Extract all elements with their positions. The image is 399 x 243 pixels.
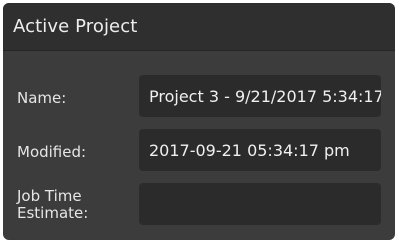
modified-label: Modified:: [17, 143, 87, 161]
job-time-estimate-field[interactable]: [139, 183, 381, 225]
job-time-estimate-label-line1: Job Time: [17, 187, 82, 205]
panel-header: Active Project: [3, 3, 395, 51]
modified-field[interactable]: 2017-09-21 05:34:17 pm: [139, 129, 381, 171]
name-field[interactable]: Project 3 - 9/21/2017 5:34:17 PM: [139, 75, 381, 117]
job-time-estimate-label: Job Time Estimate:: [17, 188, 88, 222]
job-time-estimate-label-line2: Estimate:: [17, 204, 89, 222]
name-label: Name:: [17, 89, 67, 107]
modified-field-value: 2017-09-21 05:34:17 pm: [149, 140, 350, 160]
panel-title: Active Project: [13, 16, 138, 37]
active-project-panel: Active Project Name: Project 3 - 9/21/20…: [3, 3, 395, 240]
name-field-value: Project 3 - 9/21/2017 5:34:17 PM: [149, 86, 381, 106]
